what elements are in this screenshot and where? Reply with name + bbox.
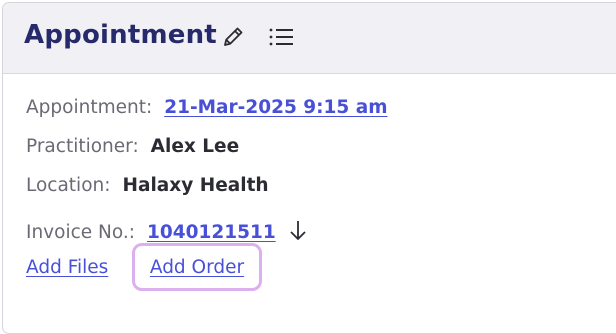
invoice-number-link[interactable]: 1040121511 xyxy=(147,222,276,243)
edit-button[interactable] xyxy=(219,23,247,51)
appointment-date-link[interactable]: 21-Mar-2025 9:15 am xyxy=(164,97,387,118)
appointment-card: Appointment xyxy=(2,2,616,334)
appointment-row: Appointment: 21-Mar-2025 9:15 am xyxy=(26,97,387,118)
invoice-label: Invoice No.: xyxy=(26,222,135,243)
pencil-icon xyxy=(224,27,243,46)
location-row: Location: Halaxy Health xyxy=(26,175,269,196)
practitioner-label: Practitioner: xyxy=(26,136,139,157)
list-icon xyxy=(269,28,293,46)
practitioner-value: Alex Lee xyxy=(150,136,240,157)
add-files-link[interactable]: Add Files xyxy=(26,257,108,278)
card-title: Appointment xyxy=(24,20,217,50)
download-arrow-icon[interactable] xyxy=(288,219,308,243)
list-view-button[interactable] xyxy=(267,23,295,51)
invoice-row: Invoice No.: 1040121511 xyxy=(26,214,308,243)
add-order-focus-ring: Add Order xyxy=(132,243,262,291)
practitioner-row: Practitioner: Alex Lee xyxy=(26,136,239,157)
card-header: Appointment xyxy=(3,3,616,74)
appointment-label: Appointment: xyxy=(26,97,153,118)
location-value: Halaxy Health xyxy=(122,175,269,196)
location-label: Location: xyxy=(26,175,111,196)
add-order-link[interactable]: Add Order xyxy=(150,257,244,278)
